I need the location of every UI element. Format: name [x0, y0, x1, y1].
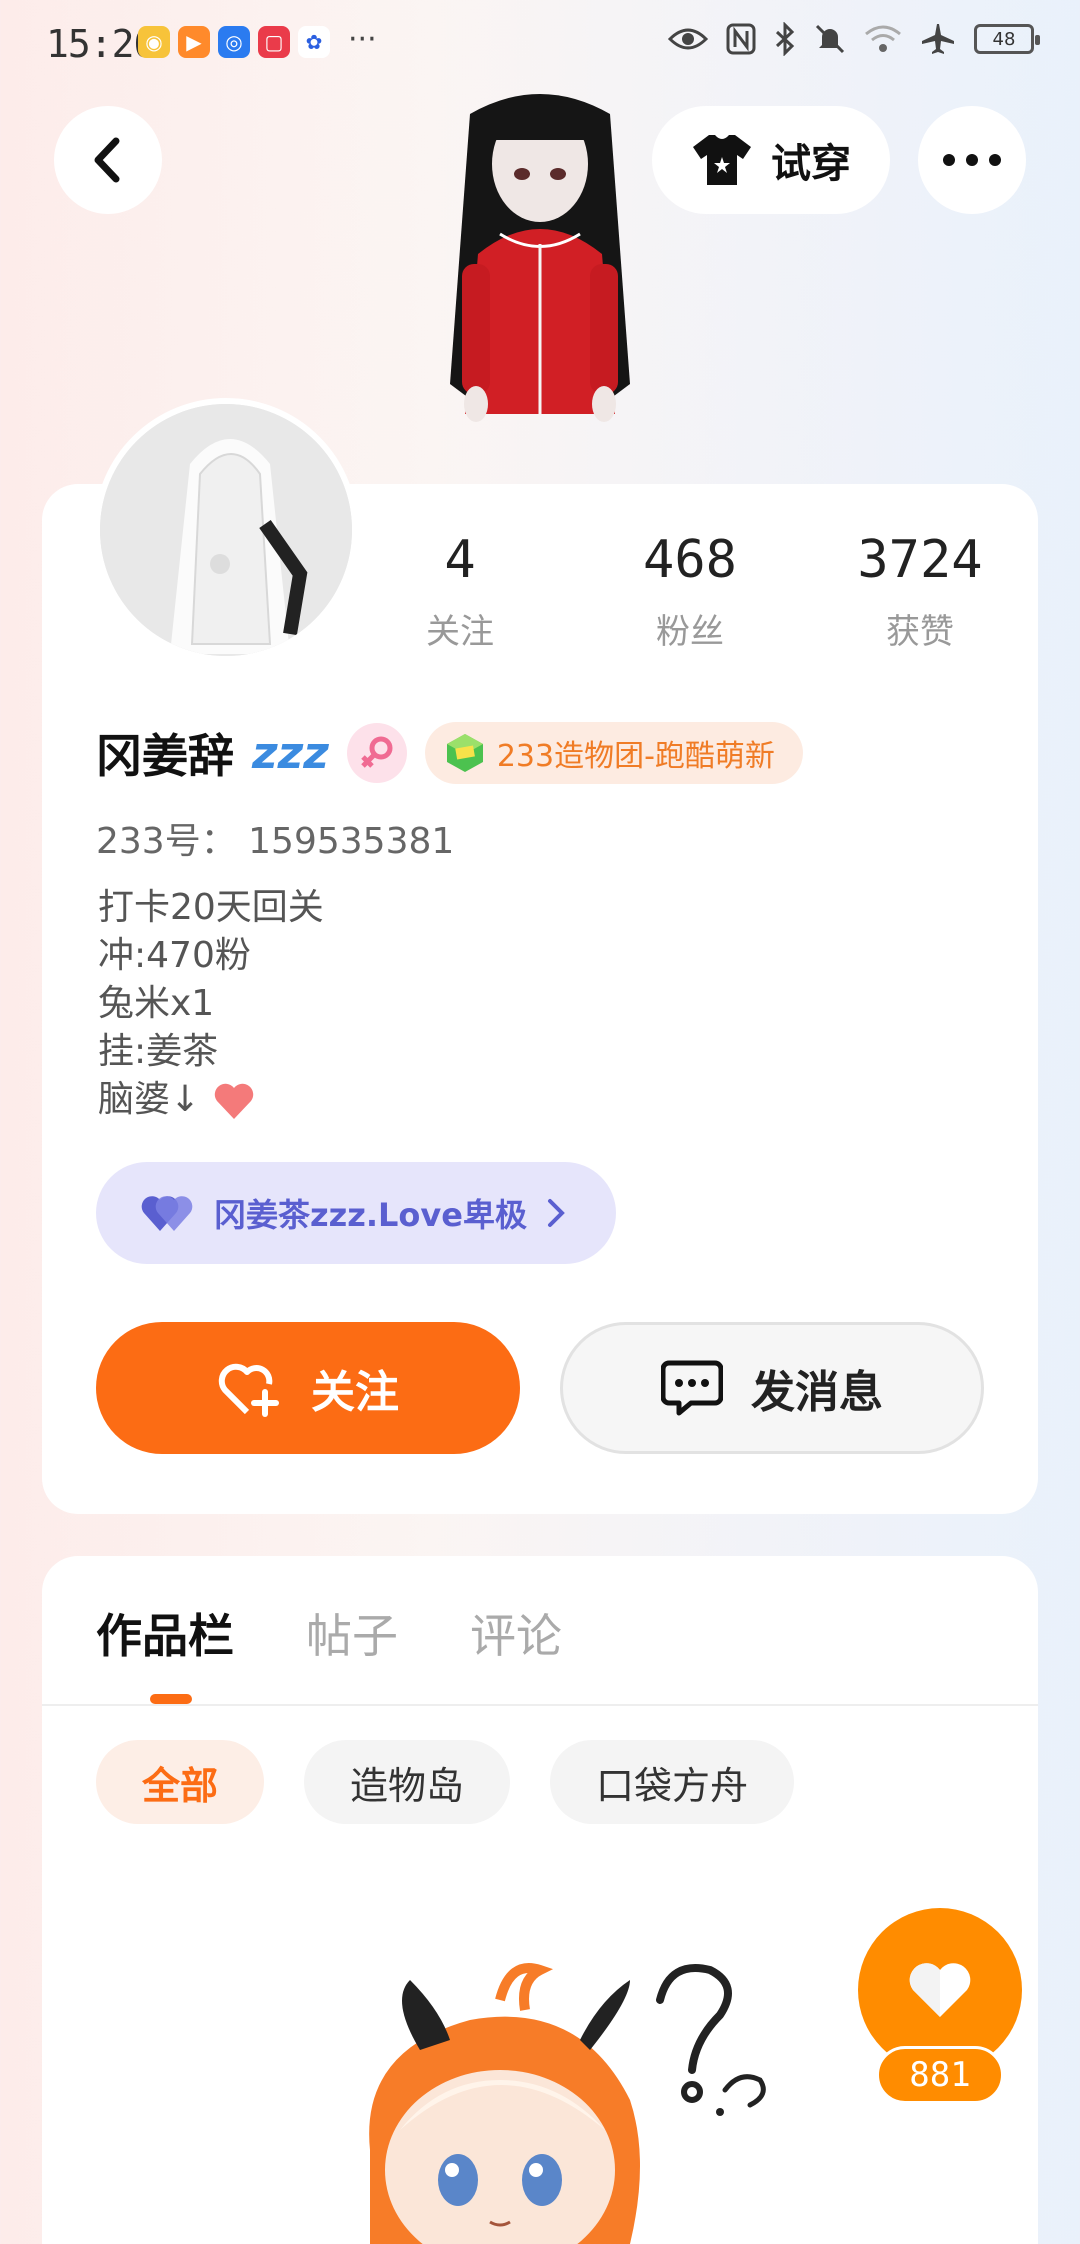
status-bar: 15:26 ◉ ▶ ◎ ▢ ✿ ··· 48	[0, 0, 1080, 90]
chip-pocket-ark[interactable]: 口袋方舟	[550, 1740, 795, 1824]
follow-label: 关注	[311, 1367, 399, 1418]
video-icon: ▶	[178, 26, 210, 58]
bio-line: 兔米x1	[98, 983, 215, 1024]
follow-button[interactable]: 关注	[96, 1322, 520, 1454]
username-suffix: zzz	[252, 727, 329, 779]
baidu-icon: ✿	[298, 26, 330, 58]
avatar-character-illustration	[450, 94, 630, 422]
stat-likes[interactable]: 3724 获赞	[820, 530, 1020, 653]
bio-line: 打卡20天回关	[98, 887, 324, 928]
team-badge-label: 233造物团-跑酷萌新	[496, 739, 775, 774]
heart-icon	[909, 1963, 971, 2017]
chip-all[interactable]: 全部	[96, 1740, 265, 1824]
bio-line-last: 脑婆↓	[98, 1076, 324, 1124]
bio-line: 冲:470粉	[98, 935, 251, 976]
following-count: 4	[444, 530, 476, 590]
bulb-icon: ◎	[218, 26, 250, 58]
content-tabs: 作品栏 帖子 评论	[96, 1600, 562, 1666]
weibo-icon: ◉	[138, 26, 170, 58]
note-icon: ▢	[258, 26, 290, 58]
heart-plus-icon	[218, 1363, 279, 1417]
mute-icon	[815, 24, 845, 54]
nfc-icon	[726, 23, 756, 55]
purple-heart-icon	[141, 1196, 193, 1231]
chip-creation-island[interactable]: 造物岛	[304, 1740, 511, 1824]
back-button[interactable]	[54, 106, 162, 214]
female-gender-badge	[346, 723, 407, 783]
message-button[interactable]: 发消息	[560, 1322, 984, 1454]
filter-chips: 全部 造物岛 口袋方舟	[96, 1740, 795, 1824]
bio: 打卡20天回关 冲:470粉 兔米x1 挂:姜茶 脑婆↓	[98, 884, 324, 1124]
bio-line: 挂:姜茶	[98, 1031, 219, 1072]
fans-count: 468	[643, 530, 737, 590]
stat-fans[interactable]: 468 粉丝	[590, 530, 790, 653]
empty-state-mascot	[369, 1963, 766, 2244]
chevron-right-icon	[547, 1199, 565, 1227]
active-tab-indicator	[150, 1694, 192, 1704]
female-icon	[361, 736, 393, 768]
bluetooth-icon	[775, 22, 795, 56]
try-on-label: 试穿	[771, 141, 851, 187]
wifi-icon	[865, 25, 901, 52]
likes-count: 3724	[857, 530, 983, 590]
more-icon	[943, 154, 1001, 166]
battery-icon: 48	[974, 24, 1040, 54]
tab-posts[interactable]: 帖子	[306, 1600, 398, 1666]
airplane-icon	[922, 24, 954, 54]
try-on-button[interactable]: 试穿	[652, 106, 890, 214]
cube-icon	[446, 734, 483, 772]
profile-stats: 4 关注 468 粉丝 3724 获赞	[360, 530, 1040, 670]
avatar-image	[100, 404, 352, 656]
fans-label: 粉丝	[656, 612, 724, 652]
eye-icon	[668, 28, 708, 50]
tshirt-icon	[693, 135, 751, 185]
chevron-left-icon	[94, 137, 120, 183]
tab-comments[interactable]: 评论	[470, 1600, 562, 1666]
name-row: 冈姜辞 zzz 233造物团-跑酷萌新	[96, 720, 803, 786]
fan-club-label: 冈姜茶zzz.Love卑极	[214, 1196, 527, 1234]
more-notifications-icon: ···	[348, 22, 377, 57]
bio-line-text: 脑婆↓	[98, 1079, 201, 1120]
team-badge[interactable]: 233造物团-跑酷萌新	[424, 722, 803, 784]
following-label: 关注	[426, 612, 494, 652]
like-count: 881	[876, 2046, 1004, 2104]
notification-icons: ◉ ▶ ◎ ▢ ✿ ···	[138, 22, 377, 58]
username: 冈姜辞	[96, 729, 234, 783]
avatar[interactable]	[94, 398, 358, 662]
chat-bubble-icon	[661, 1360, 723, 1416]
tabs-divider	[42, 1704, 1038, 1706]
battery-level: 48	[992, 28, 1016, 50]
fan-club-badge[interactable]: 冈姜茶zzz.Love卑极	[96, 1162, 616, 1264]
likes-label: 获赞	[886, 612, 954, 652]
user-id: 233号： 159535381	[96, 821, 455, 862]
tab-works[interactable]: 作品栏	[96, 1600, 234, 1666]
system-icons: 48	[668, 22, 1040, 56]
more-button[interactable]	[918, 106, 1026, 214]
heart-icon	[214, 1083, 253, 1119]
stat-following[interactable]: 4 关注	[360, 530, 560, 653]
message-label: 发消息	[751, 1367, 883, 1418]
